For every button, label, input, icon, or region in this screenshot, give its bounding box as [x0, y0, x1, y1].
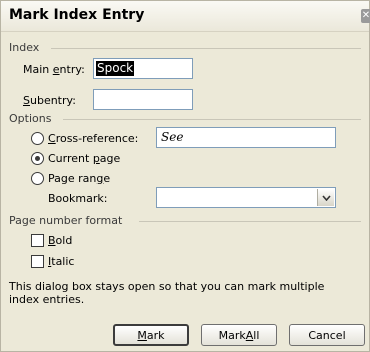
- index-section-divider: [51, 48, 361, 49]
- info-text: This dialog box stays open so that you c…: [9, 280, 325, 306]
- page-number-format-label: Page number format: [9, 214, 123, 227]
- italic-checkbox[interactable]: [31, 255, 44, 268]
- cancel-button[interactable]: Cancel: [289, 324, 365, 346]
- mark-button[interactable]: Mark: [113, 324, 189, 346]
- main-entry-value: Spock: [96, 61, 135, 76]
- cross-reference-radio[interactable]: [31, 132, 44, 145]
- page-number-format-divider: [139, 221, 361, 222]
- current-page-radio[interactable]: [31, 152, 44, 165]
- italic-label: Italic: [48, 255, 75, 268]
- mark-all-button[interactable]: Mark All: [201, 324, 277, 346]
- cross-reference-label: Cross-reference:: [48, 132, 139, 145]
- main-entry-label: Main entry:: [23, 63, 85, 76]
- close-icon[interactable]: ✕: [361, 9, 370, 23]
- current-page-label: Current page: [48, 152, 121, 165]
- bookmark-label: Bookmark:: [48, 192, 108, 205]
- cross-reference-input[interactable]: See: [156, 127, 336, 148]
- title-bar: Mark Index Entry ✕: [1, 1, 370, 32]
- dialog-title: Mark Index Entry: [9, 7, 145, 23]
- cross-reference-value: See: [161, 130, 184, 144]
- index-section-label: Index: [9, 41, 40, 54]
- subentry-label: Subentry:: [23, 94, 76, 107]
- main-entry-input[interactable]: Spock: [93, 58, 193, 79]
- bold-label: Bold: [48, 234, 73, 247]
- bookmark-select[interactable]: [156, 187, 336, 208]
- chevron-down-icon[interactable]: [317, 189, 334, 206]
- options-section-label: Options: [9, 112, 52, 125]
- radio-selected-dot: [35, 156, 40, 161]
- page-range-label: Page range: [48, 172, 111, 185]
- subentry-input[interactable]: [93, 89, 193, 110]
- mark-index-entry-dialog: Mark Index Entry ✕ Index Main entry: Spo…: [0, 0, 370, 352]
- bold-checkbox[interactable]: [31, 234, 44, 247]
- options-section-divider: [63, 119, 361, 120]
- page-range-radio[interactable]: [31, 172, 44, 185]
